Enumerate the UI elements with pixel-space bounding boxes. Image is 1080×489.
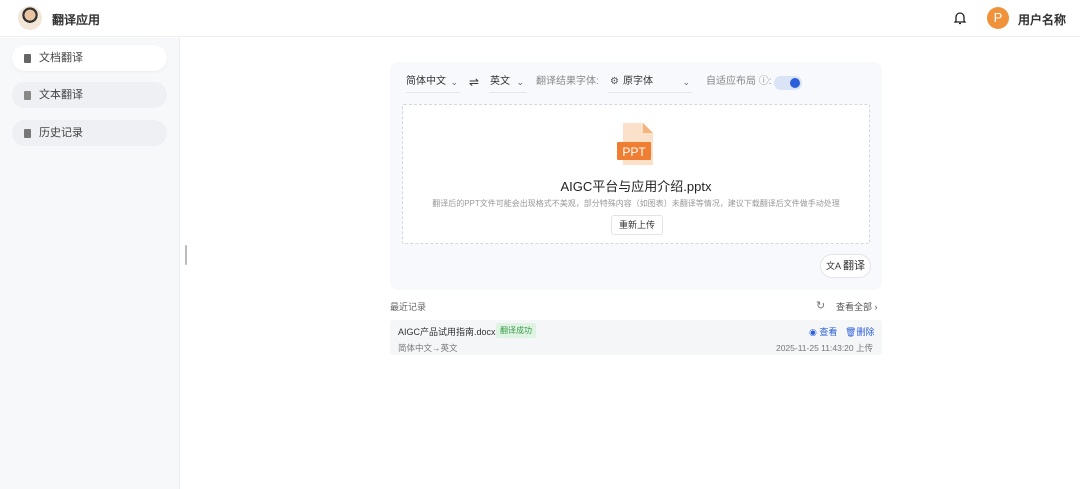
view-all-label: 查看全部 bbox=[836, 302, 873, 312]
bell-icon[interactable] bbox=[954, 11, 966, 25]
chevron-right-icon: › bbox=[874, 302, 878, 312]
text-file-icon bbox=[24, 91, 31, 100]
svg-text:PPT: PPT bbox=[622, 145, 646, 159]
top-header: 翻译应用 P 用户名称 bbox=[0, 0, 1080, 37]
record-file-name[interactable]: AIGC产品试用指南.docx bbox=[398, 325, 496, 338]
eye-icon: ◉ bbox=[809, 327, 820, 337]
history-icon bbox=[24, 129, 31, 138]
chevron-down-icon: ⌄ bbox=[450, 77, 458, 87]
source-language-select[interactable]: 简体中文 ⌄ bbox=[406, 71, 460, 93]
reupload-button[interactable]: 重新上传 bbox=[611, 215, 663, 235]
file-name: AIGC平台与应用介绍.pptx bbox=[560, 179, 712, 194]
sidebar-item-label: 文本翻译 bbox=[39, 89, 83, 101]
translate-card: 简体中文 ⌄ ⇌ 英文 ⌄ 翻译结果字体: ⚙ 原字体 ⌄ 自适应布局 ⓘ: PPT A… bbox=[390, 62, 882, 290]
trash-icon: 🗑 bbox=[845, 327, 857, 337]
app-title: 翻译应用 bbox=[52, 13, 101, 27]
font-select[interactable]: ⚙ 原字体 ⌄ bbox=[608, 71, 692, 93]
recent-records-title: 最近记录 bbox=[390, 302, 427, 312]
view-all-link[interactable]: 查看全部 › bbox=[836, 300, 878, 313]
adaptive-layout-text: 自适应布局 bbox=[706, 76, 756, 87]
target-language-select[interactable]: 英文 ⌄ bbox=[490, 71, 526, 93]
sidebar-item-doc-translate[interactable]: 文档翻译 bbox=[12, 45, 167, 71]
sidebar: 文档翻译 文本翻译 历史记录 bbox=[0, 38, 180, 489]
user-avatar[interactable]: P bbox=[987, 7, 1009, 29]
translate-label: 翻译 bbox=[843, 260, 865, 272]
font-value: 原字体 bbox=[623, 76, 653, 87]
sidebar-item-label: 历史记录 bbox=[39, 127, 83, 139]
sidebar-item-text-translate[interactable]: 文本翻译 bbox=[12, 82, 167, 108]
chevron-down-icon: ⌄ bbox=[516, 77, 524, 87]
app-logo-avatar bbox=[18, 6, 42, 30]
source-language-value: 简体中文 bbox=[406, 76, 446, 87]
view-button[interactable]: ◉ 查看 bbox=[809, 325, 837, 338]
ppt-file-icon: PPT bbox=[617, 123, 653, 165]
record-time: 2025-11-25 11:43:20 上传 bbox=[775, 343, 873, 353]
font-icon: ⚙ bbox=[610, 76, 619, 87]
document-icon bbox=[24, 54, 31, 63]
status-badge: 翻译成功 bbox=[496, 323, 536, 338]
adaptive-layout-label: 自适应布局 ⓘ: bbox=[706, 76, 772, 87]
chevron-down-icon: ⌄ bbox=[682, 77, 690, 87]
translate-icon: 文A bbox=[825, 261, 843, 271]
adaptive-layout-toggle[interactable] bbox=[774, 76, 802, 90]
help-icon[interactable]: ⓘ bbox=[759, 76, 769, 87]
sidebar-item-label: 文档翻译 bbox=[39, 52, 83, 64]
user-name[interactable]: 用户名称 bbox=[1018, 11, 1066, 28]
refresh-icon[interactable]: ↻ bbox=[816, 299, 825, 312]
delete-label: 删除 bbox=[856, 327, 875, 337]
record-item: AIGC产品试用指南.docx 翻译成功 简体中文→英文 ◉ 查看 🗑删除 20… bbox=[390, 320, 882, 355]
swap-languages-icon[interactable]: ⇌ bbox=[469, 71, 479, 93]
target-language-value: 英文 bbox=[490, 76, 510, 87]
upload-dropzone[interactable]: PPT AIGC平台与应用介绍.pptx 翻译后的PPT文件可能会出现格式不美观… bbox=[402, 104, 870, 244]
upload-hint: 翻译后的PPT文件可能会出现格式不美观，部分特殊内容（如图表）未翻译等情况，建议… bbox=[432, 199, 840, 208]
sidebar-item-history[interactable]: 历史记录 bbox=[12, 120, 167, 146]
delete-button[interactable]: 🗑删除 bbox=[845, 325, 874, 338]
record-languages: 简体中文→英文 bbox=[398, 343, 458, 353]
font-label: 翻译结果字体: bbox=[536, 76, 599, 87]
view-label: 查看 bbox=[819, 327, 838, 337]
translate-button[interactable]: 文A 翻译 bbox=[820, 254, 871, 278]
sidebar-resize-handle[interactable] bbox=[185, 245, 187, 265]
